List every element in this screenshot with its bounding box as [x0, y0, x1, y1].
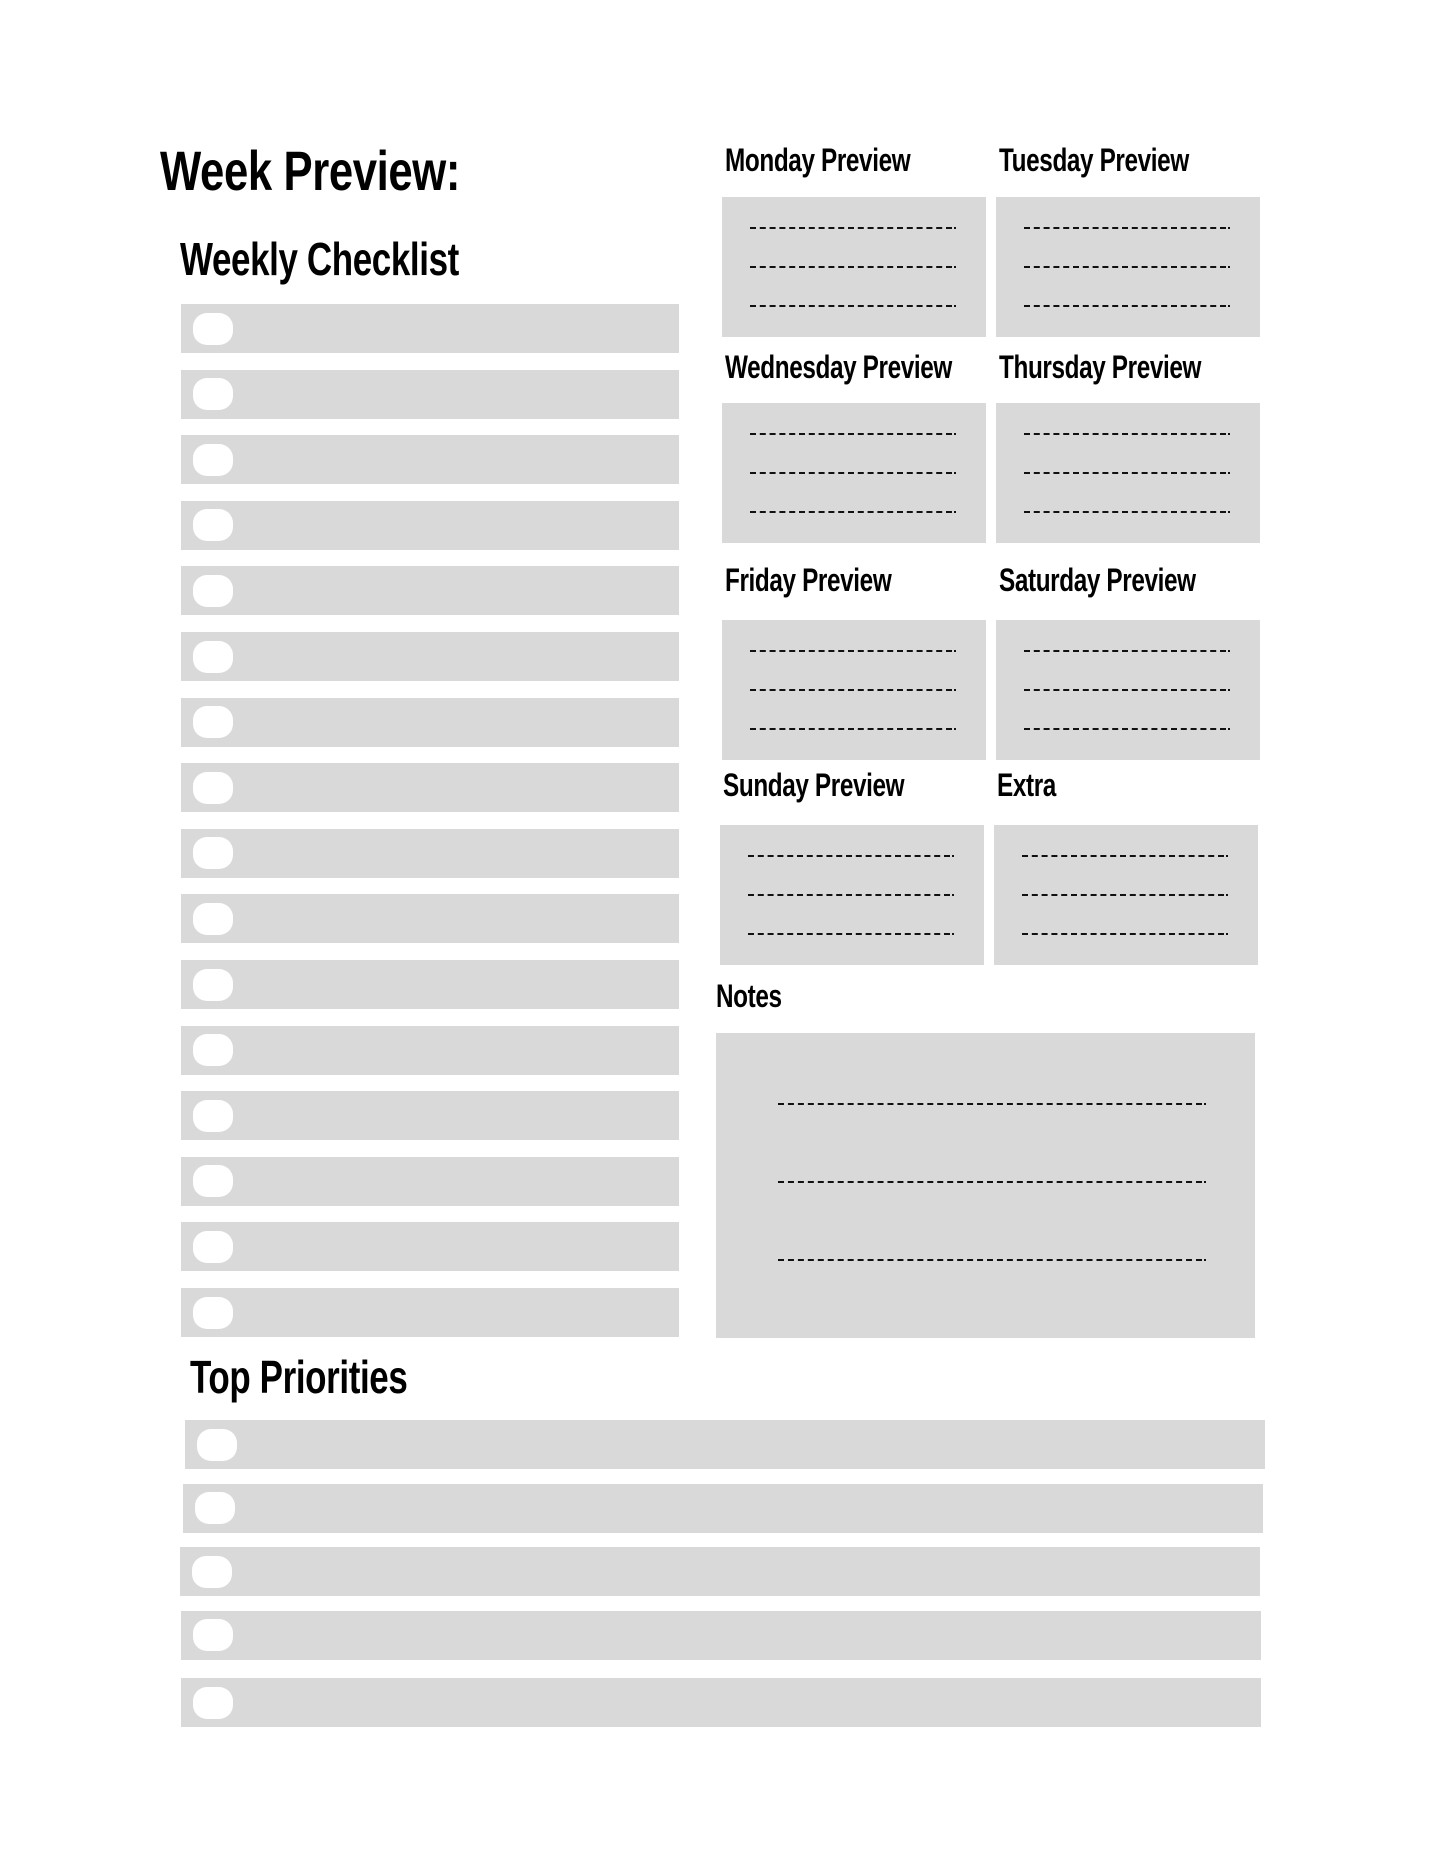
checkbox-icon[interactable] [193, 1099, 233, 1132]
writing-line [750, 650, 956, 652]
writing-line [748, 933, 954, 935]
day-preview-heading: Friday Preview [725, 562, 892, 598]
priority-item[interactable] [185, 1420, 1265, 1469]
day-preview-box[interactable] [722, 620, 986, 760]
checklist-item[interactable] [181, 697, 679, 747]
writing-line [1024, 728, 1230, 730]
day-preview-box[interactable] [994, 825, 1258, 965]
checklist-item[interactable] [181, 1288, 679, 1337]
checklist-item[interactable] [181, 763, 679, 813]
writing-line [1022, 933, 1228, 935]
writing-line [750, 433, 956, 435]
writing-line [778, 1181, 1206, 1183]
checklist-item[interactable] [181, 369, 679, 419]
writing-line [750, 689, 956, 691]
day-preview-box[interactable] [996, 403, 1260, 543]
weekly-checklist-heading: Weekly Checklist [180, 233, 459, 285]
writing-line [748, 894, 954, 896]
writing-line [1024, 689, 1230, 691]
checkbox-icon[interactable] [193, 1686, 233, 1719]
checkbox-icon[interactable] [193, 443, 233, 476]
checklist-item[interactable] [181, 1156, 679, 1206]
checklist-item[interactable] [181, 1025, 679, 1075]
writing-line [778, 1103, 1206, 1105]
writing-line [1024, 227, 1230, 229]
day-preview-heading: Thursday Preview [999, 349, 1202, 385]
priority-item[interactable] [180, 1547, 1260, 1596]
writing-line [778, 1259, 1206, 1261]
writing-line [1022, 855, 1228, 857]
checklist-item[interactable] [181, 435, 679, 485]
notes-box[interactable] [716, 1033, 1255, 1338]
priority-item[interactable] [181, 1610, 1261, 1660]
day-preview-heading: Sunday Preview [723, 767, 905, 803]
checkbox-icon[interactable] [193, 509, 233, 542]
priority-item[interactable] [183, 1483, 1263, 1533]
checkbox-icon[interactable] [195, 1492, 235, 1524]
checkbox-icon[interactable] [193, 1230, 233, 1263]
writing-line [1022, 894, 1228, 896]
writing-line [750, 728, 956, 730]
day-preview-heading: Saturday Preview [999, 562, 1196, 598]
checklist-item[interactable] [181, 1222, 679, 1272]
checkbox-icon[interactable] [193, 706, 233, 739]
checklist-item[interactable] [181, 1091, 679, 1141]
checkbox-icon[interactable] [193, 378, 233, 411]
checklist-item[interactable] [181, 894, 679, 944]
writing-line [750, 511, 956, 513]
notes-heading: Notes [716, 978, 782, 1014]
day-preview-box[interactable] [996, 197, 1260, 337]
day-preview-box[interactable] [996, 620, 1260, 760]
checklist-item[interactable] [181, 632, 679, 681]
checkbox-icon[interactable] [193, 1619, 233, 1651]
day-preview-box[interactable] [722, 403, 986, 543]
checklist-item[interactable] [181, 304, 679, 353]
checklist-item[interactable] [181, 960, 679, 1009]
writing-line [1024, 433, 1230, 435]
checkbox-icon[interactable] [193, 1165, 233, 1198]
writing-line [1024, 305, 1230, 307]
writing-line [748, 855, 954, 857]
checkbox-icon[interactable] [193, 640, 233, 673]
writing-line [750, 472, 956, 474]
checklist-item[interactable] [181, 566, 679, 616]
checkbox-icon[interactable] [193, 312, 233, 345]
writing-line [750, 227, 956, 229]
writing-line [750, 266, 956, 268]
day-preview-heading: Extra [997, 767, 1056, 803]
writing-line [1024, 511, 1230, 513]
day-preview-heading: Tuesday Preview [999, 142, 1189, 178]
day-preview-box[interactable] [720, 825, 984, 965]
day-preview-box[interactable] [722, 197, 986, 337]
checkbox-icon[interactable] [193, 1034, 233, 1067]
day-preview-heading: Wednesday Preview [725, 349, 952, 385]
priority-item[interactable] [181, 1678, 1261, 1727]
writing-line [1024, 266, 1230, 268]
checklist-item[interactable] [181, 500, 679, 550]
checkbox-icon[interactable] [193, 574, 233, 607]
checkbox-icon[interactable] [193, 902, 233, 935]
checkbox-icon[interactable] [193, 968, 233, 1001]
writing-line [1024, 650, 1230, 652]
checkbox-icon[interactable] [197, 1428, 237, 1461]
day-preview-heading: Monday Preview [725, 142, 911, 178]
checkbox-icon[interactable] [193, 837, 233, 870]
writing-line [1024, 472, 1230, 474]
checkbox-icon[interactable] [192, 1555, 232, 1588]
writing-line [750, 305, 956, 307]
checkbox-icon[interactable] [193, 1296, 233, 1329]
checklist-item[interactable] [181, 828, 679, 878]
page-title: Week Preview: [160, 139, 461, 202]
checkbox-icon[interactable] [193, 771, 233, 804]
top-priorities-heading: Top Priorities [190, 1351, 408, 1403]
